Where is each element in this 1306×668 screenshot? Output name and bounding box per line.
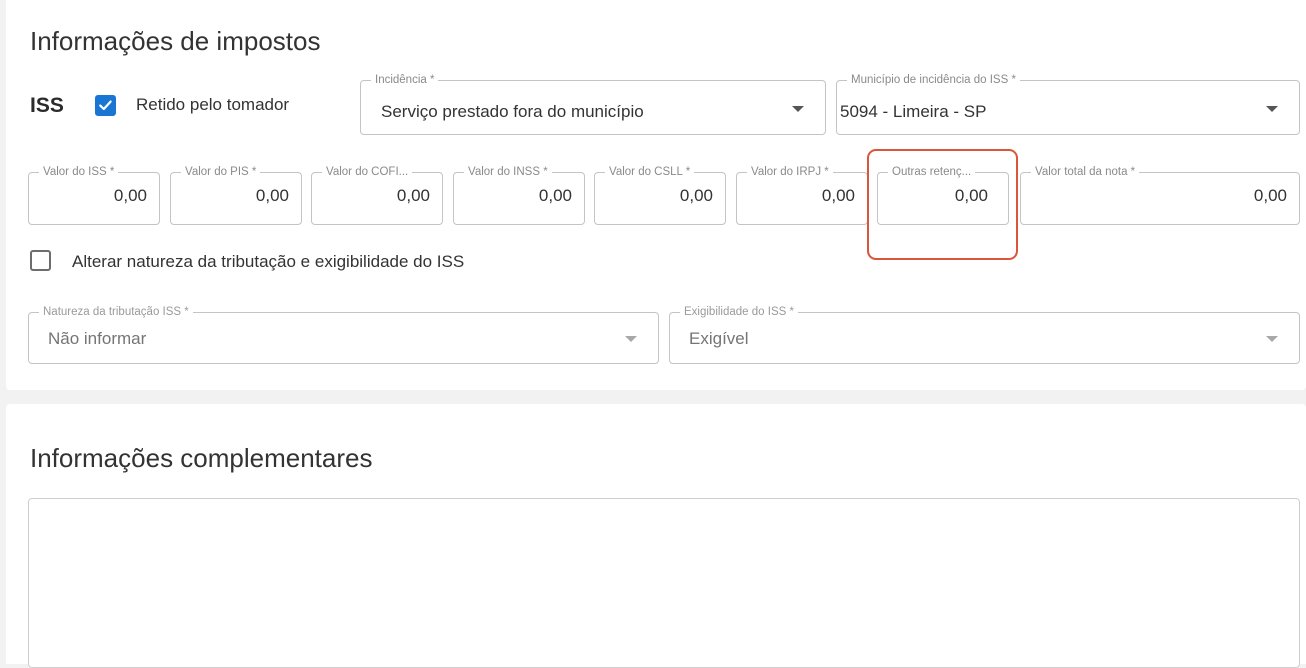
total-invoice-value-field[interactable]: Valor total da nota * 0,00	[1020, 165, 1300, 225]
iss-exigibility-select[interactable]: Exigibilidade do ISS * Exigível	[669, 305, 1300, 364]
cofins-value-input: 0,00	[396, 186, 430, 205]
tax-nature-label: Natureza da tributação ISS *	[39, 305, 193, 319]
pis-value-input: 0,00	[255, 186, 289, 205]
inss-value-label: Valor do INSS *	[464, 165, 552, 179]
total-invoice-value-input: 0,00	[1253, 186, 1287, 205]
dropdown-arrow-icon	[1266, 336, 1278, 342]
alter-nature-checkbox-label[interactable]: Alterar natureza da tributação e exigibi…	[72, 252, 464, 272]
iss-exigibility-label: Exigibilidade do ISS *	[680, 305, 798, 319]
irpj-value-field[interactable]: Valor do IRPJ * 0,00	[736, 165, 868, 225]
dropdown-arrow-icon	[792, 106, 804, 112]
highlight-outline	[867, 149, 1018, 260]
iss-value-label: Valor do ISS *	[39, 165, 119, 179]
iss-value-input: 0,00	[113, 186, 147, 205]
iss-value-field[interactable]: Valor do ISS * 0,00	[28, 165, 160, 225]
taxes-section-title: Informações de impostos	[30, 26, 321, 56]
retained-checkbox[interactable]	[95, 95, 116, 116]
tax-nature-value: Não informar	[48, 329, 147, 348]
iss-exigibility-value: Exigível	[689, 329, 749, 348]
irpj-value-label: Valor do IRPJ *	[747, 165, 833, 179]
inss-value-input: 0,00	[538, 186, 572, 205]
complement-textarea[interactable]	[28, 498, 1300, 668]
incidence-label: Incidência *	[371, 73, 439, 87]
municipality-label: Município de incidência do ISS *	[847, 73, 1020, 87]
incidence-value: Serviço prestado fora do município	[381, 102, 644, 121]
dropdown-arrow-icon	[625, 336, 637, 342]
csll-value-field[interactable]: Valor do CSLL * 0,00	[594, 165, 726, 225]
cofins-value-label: Valor do COFI...	[322, 165, 413, 179]
pis-value-label: Valor do PIS *	[181, 165, 261, 179]
check-icon	[99, 100, 112, 111]
municipality-select[interactable]: Município de incidência do ISS * 5094 - …	[836, 73, 1300, 135]
complement-section-title: Informações complementares	[30, 443, 373, 473]
total-invoice-value-label: Valor total da nota *	[1031, 165, 1140, 179]
irpj-value-input: 0,00	[821, 186, 855, 205]
pis-value-field[interactable]: Valor do PIS * 0,00	[170, 165, 302, 225]
csll-value-input: 0,00	[679, 186, 713, 205]
iss-label: ISS	[30, 94, 64, 117]
municipality-value: 5094 - Limeira - SP	[840, 102, 987, 121]
csll-value-label: Valor do CSLL *	[605, 165, 695, 179]
dropdown-arrow-icon	[1266, 106, 1278, 112]
inss-value-field[interactable]: Valor do INSS * 0,00	[453, 165, 585, 225]
alter-nature-checkbox[interactable]	[30, 250, 51, 271]
retained-checkbox-label[interactable]: Retido pelo tomador	[136, 95, 289, 115]
tax-nature-select[interactable]: Natureza da tributação ISS * Não informa…	[28, 305, 659, 364]
cofins-value-field[interactable]: Valor do COFI... 0,00	[311, 165, 443, 225]
incidence-select[interactable]: Incidência * Serviço prestado fora do mu…	[360, 73, 826, 135]
